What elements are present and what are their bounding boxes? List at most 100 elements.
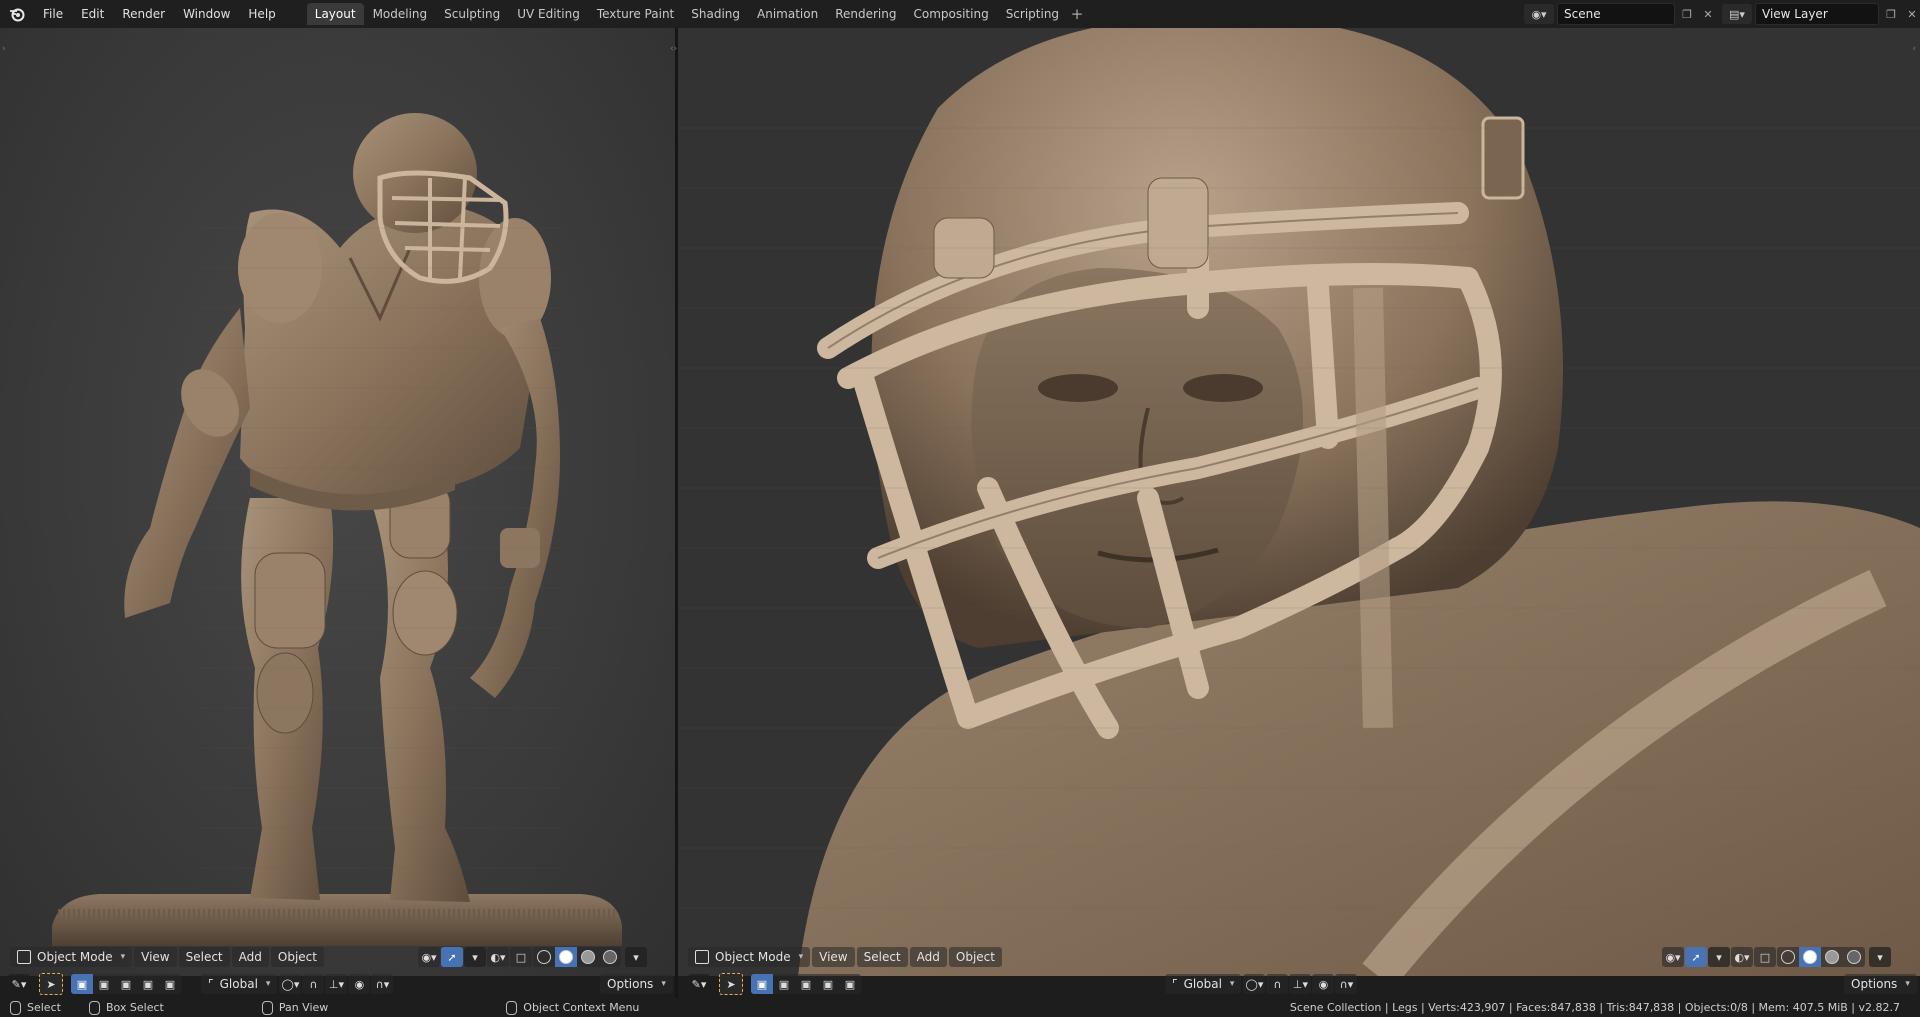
select-subtract-icon[interactable]: ▣ <box>795 974 817 994</box>
select-invert-icon[interactable]: ▣ <box>817 974 839 994</box>
expand-sidebar-icon[interactable]: ‹ <box>1912 44 1916 54</box>
menu-help[interactable]: Help <box>239 0 284 28</box>
tab-rendering[interactable]: Rendering <box>827 3 904 25</box>
left-options-button[interactable]: Options ▾ <box>600 974 673 994</box>
gizmo-dropdown-icon[interactable]: ▾ <box>1708 947 1730 967</box>
wireframe-shading-icon[interactable] <box>533 947 555 967</box>
gizmo-toggle-icon[interactable]: ➚ <box>441 947 463 967</box>
tab-uv-editing[interactable]: UV Editing <box>509 3 588 25</box>
view-layer-name-field[interactable]: View Layer <box>1755 3 1879 25</box>
gizmo-toggle-icon[interactable]: ➚ <box>1685 947 1707 967</box>
select-intersect-icon[interactable]: ▣ <box>839 974 861 994</box>
expand-left-toolbar-icon[interactable]: › <box>2 44 6 54</box>
chevron-down-icon: ▾ <box>1905 979 1910 989</box>
rendered-shading-icon[interactable] <box>1843 947 1865 967</box>
overlays-icon[interactable]: ◐▾ <box>1731 947 1753 967</box>
tab-modeling[interactable]: Modeling <box>365 3 436 25</box>
tab-compositing[interactable]: Compositing <box>905 3 996 25</box>
menu-edit[interactable]: Edit <box>72 0 113 28</box>
select-new-icon[interactable]: ▣ <box>751 974 773 994</box>
scene-statistics: Scene Collection | Legs | Verts:423,907 … <box>1289 1001 1900 1014</box>
chevron-down-icon: ▾ <box>1229 979 1235 989</box>
status-box-select-label: Box Select <box>105 1001 164 1014</box>
scene-browse-icon[interactable]: ◉▾ <box>1524 4 1554 24</box>
proportional-edit-icon[interactable]: ◉ <box>1312 974 1335 994</box>
orientation-axes-icon: ⌜ <box>208 977 214 991</box>
left-mode-dropdown[interactable]: Object Mode ▾ <box>10 947 133 967</box>
right-menu-view[interactable]: View <box>812 947 855 967</box>
full-body-sculpt-render <box>52 113 622 946</box>
solid-shading-icon[interactable] <box>1799 947 1821 967</box>
tool-settings-icon[interactable]: ✎▾ <box>8 974 30 994</box>
mouse-left-icon <box>10 1000 21 1015</box>
right-menu-select[interactable]: Select <box>856 947 908 967</box>
menu-file[interactable]: File <box>34 0 72 28</box>
visibility-eye-icon[interactable]: ◉▾ <box>418 947 440 967</box>
select-extend-icon[interactable]: ▣ <box>773 974 795 994</box>
proportional-edit-icon[interactable]: ◉ <box>348 974 371 994</box>
pivot-point-icon[interactable]: ◯▾ <box>1243 974 1266 994</box>
tab-texture-paint[interactable]: Texture Paint <box>589 3 682 25</box>
delete-view-layer-icon[interactable]: ✕ <box>1903 5 1920 23</box>
left-menu-select[interactable]: Select <box>178 947 230 967</box>
menu-window[interactable]: Window <box>174 0 239 28</box>
select-tool-icon[interactable]: ➤ <box>719 973 743 995</box>
add-workspace-button[interactable]: + <box>1068 3 1086 25</box>
left-menu-object[interactable]: Object <box>270 947 324 967</box>
blender-logo-icon[interactable] <box>8 5 26 23</box>
snap-toggle-icon[interactable]: ∩ <box>302 974 325 994</box>
tool-settings-icon[interactable]: ✎▾ <box>688 974 710 994</box>
tab-shading[interactable]: Shading <box>683 3 748 25</box>
select-invert-icon[interactable]: ▣ <box>137 974 159 994</box>
new-view-layer-icon[interactable]: ❐ <box>1882 5 1900 23</box>
area-join-icon[interactable]: ‹› <box>670 44 677 54</box>
xray-toggle-icon[interactable]: □ <box>510 947 532 967</box>
left-tool-header: ✎▾ ➤ ▣ ▣ ▣ ▣ ▣ ⌜ Global ▾ ◯▾ ∩ ⊥▾ ◉ ∩▾ <box>8 971 394 997</box>
solid-shading-icon[interactable] <box>555 947 577 967</box>
visibility-eye-icon[interactable]: ◉▾ <box>1662 947 1684 967</box>
rendered-shading-icon[interactable] <box>599 947 621 967</box>
material-shading-icon[interactable] <box>577 947 599 967</box>
right-menu-object[interactable]: Object <box>948 947 1002 967</box>
tab-layout[interactable]: Layout <box>306 3 364 25</box>
falloff-icon[interactable]: ∩▾ <box>371 974 394 994</box>
workspace-tabs: Layout Modeling Sculpting UV Editing Tex… <box>306 0 1086 28</box>
status-box-select-hint: Box Select <box>79 1000 164 1015</box>
pivot-point-icon[interactable]: ◯▾ <box>279 974 302 994</box>
select-subtract-icon[interactable]: ▣ <box>115 974 137 994</box>
object-mode-icon <box>695 950 709 964</box>
select-tool-icon[interactable]: ➤ <box>39 973 63 995</box>
menu-render[interactable]: Render <box>113 0 174 28</box>
tab-sculpting[interactable]: Sculpting <box>436 3 508 25</box>
shading-options-icon[interactable]: ▾ <box>625 947 647 967</box>
xray-toggle-icon[interactable]: □ <box>1754 947 1776 967</box>
falloff-icon[interactable]: ∩▾ <box>1335 974 1358 994</box>
view-layer-browse-icon[interactable]: ▤▾ <box>1722 4 1752 24</box>
snap-target-icon[interactable]: ⊥▾ <box>325 974 348 994</box>
viewport-right[interactable]: ‹ <box>678 28 1920 976</box>
select-new-icon[interactable]: ▣ <box>71 974 93 994</box>
left-menu-view[interactable]: View <box>134 947 177 967</box>
view-layer-selector: ▤▾ View Layer ❐ ✕ <box>1722 3 1920 25</box>
select-intersect-icon[interactable]: ▣ <box>159 974 181 994</box>
viewport-left[interactable]: › <box>0 28 675 976</box>
right-orientation-dropdown[interactable]: ⌜ Global ▾ <box>1165 974 1242 994</box>
snap-toggle-icon[interactable]: ∩ <box>1266 974 1289 994</box>
tab-animation[interactable]: Animation <box>749 3 826 25</box>
left-menu-add[interactable]: Add <box>231 947 269 967</box>
snap-target-icon[interactable]: ⊥▾ <box>1289 974 1312 994</box>
wireframe-shading-icon[interactable] <box>1777 947 1799 967</box>
material-shading-icon[interactable] <box>1821 947 1843 967</box>
right-options-button[interactable]: Options ▾ <box>1844 974 1917 994</box>
gizmo-dropdown-icon[interactable]: ▾ <box>464 947 486 967</box>
shading-options-icon[interactable]: ▾ <box>1869 947 1891 967</box>
tab-scripting[interactable]: Scripting <box>998 3 1067 25</box>
scene-name-field[interactable]: Scene <box>1557 3 1675 25</box>
right-menu-add[interactable]: Add <box>909 947 947 967</box>
select-extend-icon[interactable]: ▣ <box>93 974 115 994</box>
delete-scene-icon[interactable]: ✕ <box>1699 5 1717 23</box>
overlays-icon[interactable]: ◐▾ <box>487 947 509 967</box>
new-scene-icon[interactable]: ❐ <box>1678 5 1696 23</box>
left-orientation-dropdown[interactable]: ⌜ Global ▾ <box>201 974 278 994</box>
right-mode-dropdown[interactable]: Object Mode ▾ <box>688 947 811 967</box>
